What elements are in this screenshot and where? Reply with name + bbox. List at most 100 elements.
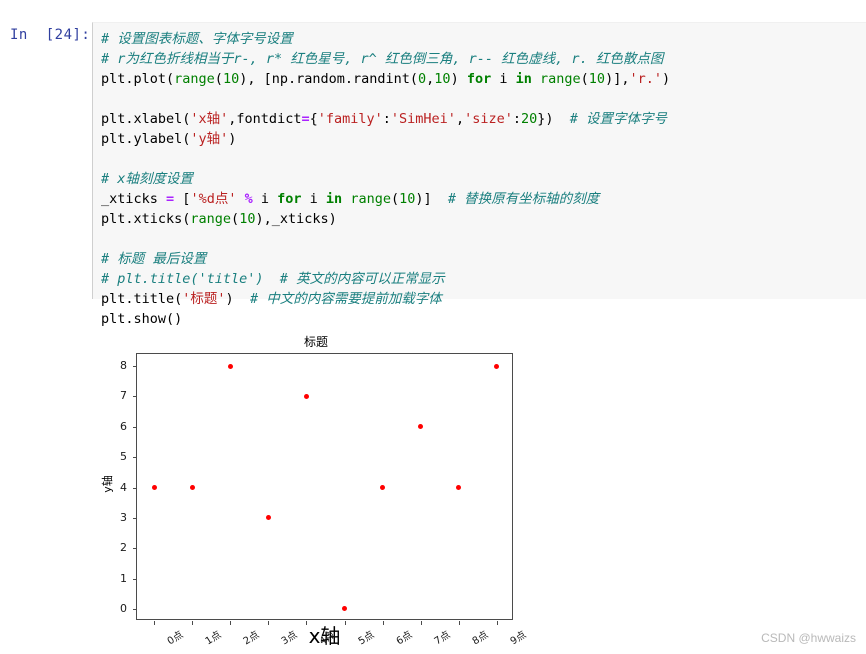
code-token: : [382, 111, 391, 127]
y-tick-label: 7 [120, 389, 127, 403]
code-line: _xticks = ['%d点' % i for i in range(10)]… [101, 189, 866, 209]
code-token: plt.plot( [101, 71, 175, 87]
code-token: in [515, 71, 532, 87]
code-token: 10 [399, 191, 416, 207]
data-point [151, 485, 157, 490]
code-token: # 设置图表标题、字体字号设置 [101, 31, 293, 47]
code-token: )], [605, 71, 630, 87]
code-token: : [512, 111, 521, 127]
code-token: plt.xlabel( [101, 111, 191, 127]
code-token: # 中文的内容需要提前加载字体 [249, 291, 442, 307]
code-token: i [301, 191, 326, 207]
code-line: plt.xticks(range(10),_xticks) [101, 209, 866, 229]
code-token: 0 [418, 71, 427, 87]
code-line [101, 89, 866, 109]
code-token: plt.title( [101, 291, 183, 307]
code-token: ) [225, 291, 250, 307]
data-point [342, 606, 348, 612]
code-token: 'y轴' [190, 131, 229, 147]
y-tick-mark [133, 366, 137, 368]
code-token: 20 [521, 111, 538, 127]
y-tick-mark [133, 457, 137, 459]
code-token: ( [580, 71, 589, 87]
code-line: plt.show() [101, 309, 866, 329]
code-token: 10 [239, 211, 256, 227]
data-point [303, 393, 309, 399]
code-token: ( [390, 191, 400, 207]
code-token: # 替换原有坐标轴的刻度 [447, 191, 600, 207]
data-point [418, 424, 424, 430]
code-token: 'x轴' [190, 111, 229, 127]
code-token: in [325, 191, 343, 207]
code-token: )] [415, 191, 448, 207]
code-token: ( [231, 211, 240, 227]
code-token: , [455, 111, 465, 127]
y-tick-label: 3 [120, 510, 127, 524]
y-tick-mark [133, 517, 137, 519]
data-point [189, 485, 195, 490]
data-point [227, 363, 233, 369]
code-token: { [309, 111, 318, 127]
data-point [494, 363, 500, 369]
y-tick-label: 8 [120, 359, 127, 373]
code-token: 'SimHei' [390, 111, 456, 127]
y-tick-mark [133, 426, 137, 428]
code-token: [ [174, 191, 191, 207]
y-tick-mark [133, 548, 137, 550]
code-token: 'r.' [629, 71, 662, 87]
cell-execution-prompt: In [24]: [10, 27, 91, 43]
y-tick-label: 1 [120, 571, 127, 585]
code-token: range [350, 191, 391, 207]
code-token: 10 [434, 71, 451, 87]
code-token: # r为红色折线相当于r-, r* 红色星号, r^ 红色倒三角, r-- 红色… [101, 51, 664, 67]
code-line: # x轴刻度设置 [101, 169, 866, 189]
code-token: '标题' [182, 291, 226, 307]
code-token: ) [450, 71, 467, 87]
code-token: plt.show() [101, 311, 183, 327]
y-tick-mark [133, 608, 137, 610]
code-token: = [301, 111, 310, 127]
code-token: 'family' [317, 111, 383, 127]
code-token: for [466, 71, 492, 87]
code-token: i [491, 71, 516, 87]
code-token: '%d点' [190, 191, 237, 207]
code-line: plt.xlabel('x轴',fontdict={'family':'SimH… [101, 109, 866, 129]
code-token: = [166, 191, 175, 207]
code-token: i [252, 191, 278, 207]
code-line: # plt.title('title') # 英文的内容可以正常显示 [101, 269, 866, 289]
code-token: range [540, 71, 581, 87]
code-line: plt.title('标题') # 中文的内容需要提前加载字体 [101, 289, 866, 309]
y-tick-mark [133, 487, 137, 489]
code-token: ),_xticks) [255, 211, 337, 227]
y-tick-label: 0 [120, 601, 127, 615]
code-line [101, 229, 866, 249]
code-token: ) [228, 131, 237, 147]
y-tick-label: 2 [120, 541, 127, 555]
notebook-input-cell: In [24]: # 设置图表标题、字体字号设置 # r为红色折线相当于r-, r… [0, 0, 866, 327]
code-token: ,fontdict [228, 111, 302, 127]
code-token: plt.xticks( [101, 211, 191, 227]
chart-title: 标题 [303, 335, 328, 349]
code-token: }) [537, 111, 570, 127]
data-point [456, 485, 462, 490]
code-line: plt.ylabel('y轴') [101, 129, 866, 149]
code-token: range [190, 211, 232, 227]
code-line: plt.plot(range(10), [np.random.randint(0… [101, 69, 866, 89]
code-token: ), [np.random.randint( [239, 71, 419, 87]
code-token: for [277, 191, 302, 207]
code-token: ) [661, 71, 671, 87]
data-point [265, 515, 271, 521]
matplotlib-figure: 标题 y轴 012345678 x轴 0点 1点 2点 3点 4点 5点 6点 7点 8点 9点 [96, 328, 566, 650]
y-tick-mark [133, 396, 137, 398]
code-editor[interactable]: # 设置图表标题、字体字号设置 # r为红色折线相当于r-, r* 红色星号, r… [92, 22, 866, 327]
code-token: ( [214, 71, 223, 87]
code-token: # 标题 最后设置 [101, 251, 207, 267]
code-token: # 设置字体字号 [569, 111, 668, 127]
code-token: plt.ylabel( [101, 131, 191, 147]
code-token: # plt.title('title') # 英文的内容可以正常显示 [101, 271, 445, 287]
code-token: # x轴刻度设置 [101, 171, 193, 187]
